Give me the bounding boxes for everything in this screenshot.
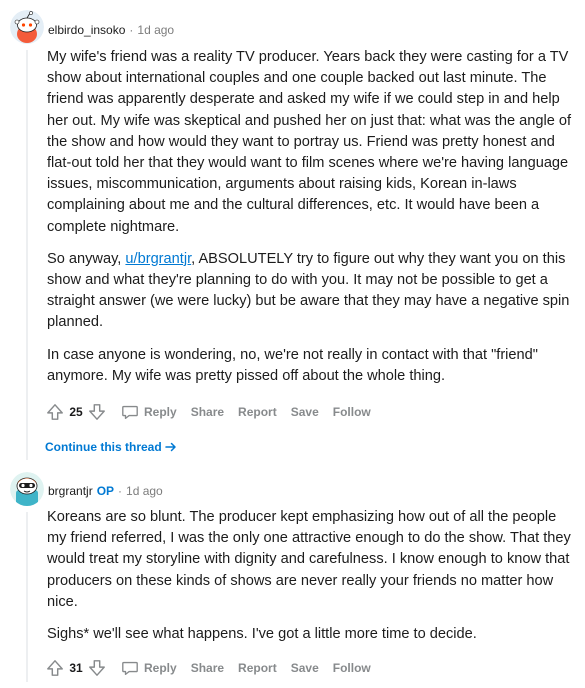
comment-paragraph: So anyway, u/brgrantjr, ABSOLUTELY try t… <box>47 249 577 334</box>
save-label: Save <box>290 661 319 675</box>
report-label: Report <box>238 661 277 675</box>
user-mention-link[interactable]: u/brgrantjr <box>125 251 191 267</box>
op-badge: OP <box>96 484 115 498</box>
share-label: Share <box>190 405 225 419</box>
vote-score: 31 <box>69 661 83 675</box>
upvote-button[interactable] <box>45 658 65 678</box>
save-label: Save <box>290 405 319 419</box>
save-button[interactable]: Save <box>291 661 319 675</box>
snoo-avatar-icon <box>10 472 44 506</box>
report-button[interactable]: Report <box>238 405 277 419</box>
report-button[interactable]: Report <box>238 661 277 675</box>
upvote-button[interactable] <box>45 402 65 422</box>
save-button[interactable]: Save <box>291 405 319 419</box>
downvote-button[interactable] <box>87 402 107 422</box>
author-name[interactable]: elbirdo_insoko <box>48 23 125 37</box>
continue-thread-link[interactable]: Continue this thread <box>45 440 177 454</box>
comment-actions: 31 Reply Share Report Save Follow <box>45 658 371 678</box>
separator-dot: · <box>118 484 123 498</box>
comment-paragraph: Sighs* we'll see what happens. I've got … <box>47 626 477 643</box>
comment-paragraph: In case anyone is wondering, no, we're n… <box>47 346 538 384</box>
report-label: Report <box>238 405 277 419</box>
upvote-icon <box>47 660 63 676</box>
downvote-icon <box>89 660 105 676</box>
reply-label: Reply <box>144 405 177 419</box>
downvote-icon <box>89 404 105 420</box>
avatar[interactable] <box>10 10 44 44</box>
share-button[interactable]: Share <box>191 405 224 419</box>
follow-button[interactable]: Follow <box>333 661 371 675</box>
continue-thread-label: Continue this thread <box>45 440 162 454</box>
downvote-button[interactable] <box>87 658 107 678</box>
comment-paragraph: My wife's friend was a reality TV produc… <box>47 49 572 235</box>
reply-button[interactable]: Reply <box>121 403 177 421</box>
reply-button[interactable]: Reply <box>121 659 177 677</box>
share-button[interactable]: Share <box>191 661 224 675</box>
comment-meta: elbirdo_insoko · 1d ago <box>48 23 174 37</box>
follow-label: Follow <box>332 661 371 675</box>
snoo-avatar-icon <box>10 10 44 44</box>
comment-meta: brgrantjr OP · 1d ago <box>48 484 163 498</box>
reply-icon <box>122 661 138 675</box>
author-name[interactable]: brgrantjr <box>48 484 93 498</box>
follow-label: Follow <box>332 405 371 419</box>
text-span: So anyway, <box>47 250 126 267</box>
avatar[interactable] <box>10 472 44 506</box>
timestamp[interactable]: 1d ago <box>137 23 174 37</box>
timestamp[interactable]: 1d ago <box>126 484 163 498</box>
thread-line[interactable] <box>26 50 28 460</box>
comment-paragraph: Koreans are so blunt. The producer kept … <box>47 509 571 610</box>
follow-button[interactable]: Follow <box>333 405 371 419</box>
comment-body: Koreans are so blunt. The producer kept … <box>47 507 577 656</box>
separator-dot: · <box>129 23 134 37</box>
share-label: Share <box>190 661 225 675</box>
comment-actions: 25 Reply Share Report Save Follow <box>45 402 371 422</box>
thread-line[interactable] <box>26 512 28 682</box>
reply-icon <box>122 405 138 419</box>
comment-body: My wife's friend was a reality TV produc… <box>47 47 577 398</box>
upvote-icon <box>47 404 63 420</box>
vote-score: 25 <box>69 405 83 419</box>
arrow-right-icon <box>164 442 176 452</box>
reply-label: Reply <box>144 661 177 675</box>
